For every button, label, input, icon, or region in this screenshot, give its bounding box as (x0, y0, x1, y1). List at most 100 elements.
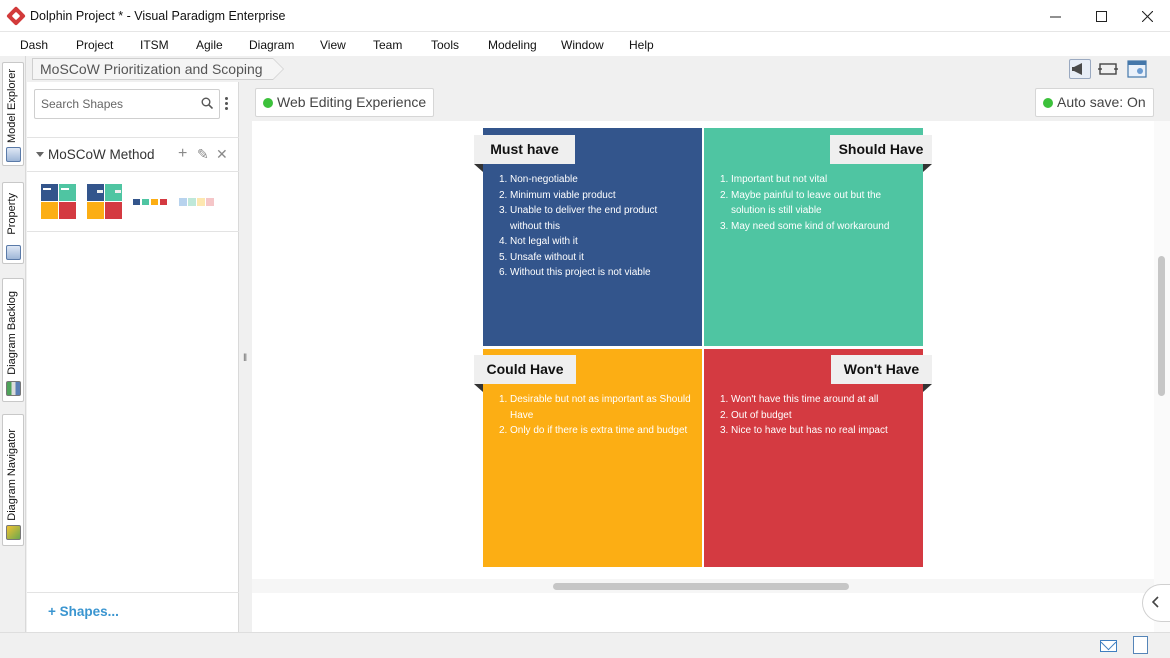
announcement-button[interactable] (1069, 59, 1091, 79)
maximize-button[interactable] (1078, 0, 1124, 32)
wont-have-list: 1. Won't have this time around at all 2. O… (718, 392, 888, 439)
divider (27, 171, 239, 172)
splitter-grip-icon[interactable]: ‖ (243, 353, 247, 364)
window-controls (1032, 0, 1170, 32)
search-input[interactable] (41, 95, 191, 113)
fit-to-screen-icon (1098, 63, 1118, 75)
mail-icon[interactable] (1100, 640, 1117, 652)
menu-help[interactable]: Help (629, 38, 654, 52)
status-dot-icon (263, 98, 273, 108)
diagram-area: Web Editing Experience Auto save: On 1. N… (252, 82, 1170, 632)
diagram-title-chip[interactable]: Web Editing Experience (255, 88, 435, 117)
tab-model-explorer-label: Model Explorer (6, 69, 18, 143)
breadcrumb[interactable]: MoSCoW Prioritization and Scoping (32, 58, 284, 80)
add-shapes-icon: + (48, 604, 60, 619)
status-bar (0, 632, 1170, 658)
maximize-icon (1095, 10, 1107, 22)
tab-property[interactable]: Property (2, 182, 24, 264)
wont-have-label: Won't Have (831, 355, 932, 384)
divider (27, 592, 239, 593)
search-icon[interactable] (201, 97, 213, 109)
list-item: 1. Important but not vital (720, 174, 828, 185)
autosave-dot-icon (1043, 98, 1053, 108)
tab-property-label: Property (6, 193, 18, 235)
breadcrumb-row: MoSCoW Prioritization and Scoping (27, 56, 1170, 82)
menu-project[interactable]: Project (76, 38, 113, 52)
menu-team[interactable]: Team (373, 38, 402, 52)
add-icon[interactable]: + (178, 146, 187, 162)
ribbon-fold (923, 384, 932, 392)
must-have-list: 1. Non-negotiable 2. Minimum viable produc… (497, 172, 682, 281)
diagram-layout-button[interactable] (1126, 59, 1148, 79)
close-icon (1141, 10, 1153, 22)
menu-window[interactable]: Window (561, 38, 604, 52)
list-item: 2. Maybe painful to leave out but the sol… (720, 189, 882, 217)
tab-diagram-backlog[interactable]: Diagram Backlog (2, 278, 24, 402)
vertical-scroll-thumb[interactable] (1158, 256, 1165, 396)
should-have-label: Should Have (830, 135, 932, 164)
minimize-icon (1049, 16, 1061, 17)
edit-pencil-icon[interactable]: ✎ (197, 147, 209, 161)
menu-bar: Dash Project ITSM Agile Diagram View Tea… (0, 32, 1170, 56)
list-item: 5. Unsafe without it (499, 251, 584, 263)
vertical-scrollbar[interactable] (1154, 121, 1170, 632)
tab-diagram-navigator-label: Diagram Navigator (6, 429, 18, 521)
shapes-panel: MoSCoW Method + ✎ ✕ + Shapes... (27, 82, 239, 632)
menu-modeling[interactable]: Modeling (488, 38, 537, 52)
chevron-down-icon[interactable] (36, 152, 44, 157)
list-item: 1. Non-negotiable (499, 174, 578, 185)
more-options-icon[interactable] (225, 97, 229, 111)
fit-diagram-button[interactable] (1097, 59, 1119, 79)
ribbon-fold (923, 164, 932, 172)
diagram-window-icon (1127, 60, 1147, 78)
minimize-button[interactable] (1032, 0, 1078, 32)
window-title: Dolphin Project * - Visual Paradigm Ente… (30, 8, 286, 23)
list-item: 6. Without this project is not viable (499, 267, 651, 278)
tab-diagram-navigator[interactable]: Diagram Navigator (2, 414, 24, 546)
must-have-label: Must have (474, 135, 575, 164)
list-item: 3. Unable to deliver the end product with… (499, 205, 658, 232)
could-have-label: Could Have (474, 355, 576, 384)
autosave-chip[interactable]: Auto save: On (1035, 88, 1154, 117)
remove-icon[interactable]: ✕ (216, 147, 228, 161)
should-have-list: 1. Important but not vital 2. Maybe painfu… (718, 172, 903, 234)
model-explorer-icon (6, 147, 21, 162)
panel-splitter[interactable]: ‖ (239, 82, 252, 632)
menu-diagram[interactable]: Diagram (249, 38, 294, 52)
moscow-grid-variant-shape-thumbnail[interactable] (87, 184, 123, 220)
visual-paradigm-logo-icon (6, 5, 26, 26)
shape-group-header[interactable]: MoSCoW Method + ✎ ✕ (27, 138, 239, 171)
shape-group-title: MoSCoW Method (48, 147, 155, 162)
tab-diagram-backlog-label: Diagram Backlog (6, 291, 18, 375)
menu-dash[interactable]: Dash (20, 38, 48, 52)
list-item: 1. Won't have this time around at all (720, 394, 879, 405)
list-item: 1. Desirable but not as important as Shou… (499, 394, 691, 421)
moscow-labels-shape-thumbnail[interactable] (133, 195, 169, 209)
moscow-grid-shape-thumbnail[interactable] (41, 184, 77, 220)
diagram-toolbar: Web Editing Experience Auto save: On (252, 82, 1170, 121)
menu-tools[interactable]: Tools (431, 38, 459, 52)
menu-agile[interactable]: Agile (196, 38, 223, 52)
tab-model-explorer[interactable]: Model Explorer (2, 62, 24, 166)
diagram-title: Web Editing Experience (277, 94, 427, 110)
list-item: 2. Minimum viable product (499, 189, 616, 201)
horizontal-scroll-thumb[interactable] (553, 583, 849, 590)
divider (27, 231, 239, 232)
ribbon-fold (474, 164, 483, 172)
property-icon (6, 245, 21, 260)
horizontal-scrollbar[interactable] (252, 579, 1154, 593)
menu-view[interactable]: View (320, 38, 346, 52)
list-item: 2. Out of budget (720, 409, 792, 421)
menu-itsm[interactable]: ITSM (140, 38, 169, 52)
edit-note-icon[interactable] (1133, 636, 1148, 654)
ribbon-fold (474, 384, 483, 392)
diagram-backlog-icon (6, 381, 21, 396)
diagram-canvas[interactable]: 1. Non-negotiable 2. Minimum viable produc… (252, 121, 1154, 579)
autosave-status: Auto save: On (1057, 94, 1146, 110)
list-item: 4. Not legal with it (499, 236, 578, 247)
close-button[interactable] (1124, 0, 1170, 32)
shapes-link[interactable]: + Shapes... (48, 604, 119, 619)
moscow-pastel-shape-thumbnail[interactable] (179, 195, 215, 209)
left-side-tabs: Model Explorer Property Diagram Backlog … (0, 56, 26, 632)
megaphone-icon (1072, 63, 1082, 75)
